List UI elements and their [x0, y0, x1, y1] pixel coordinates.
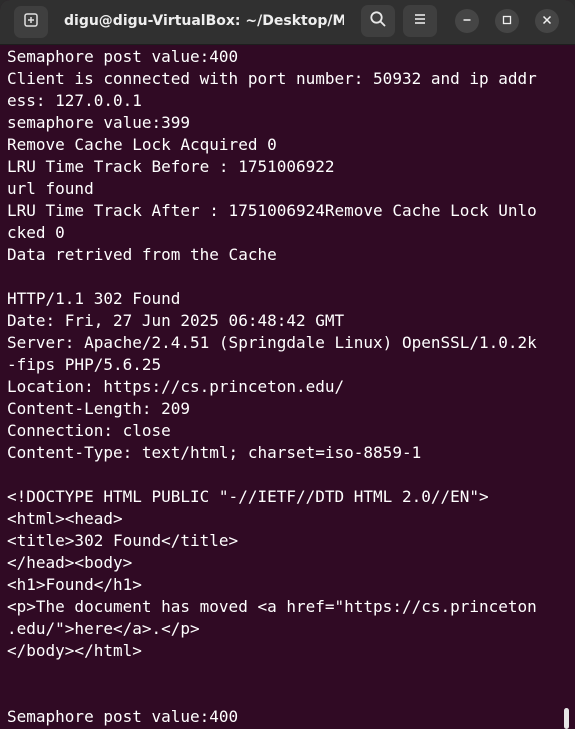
- maximize-button[interactable]: [495, 9, 519, 33]
- search-icon: [369, 10, 387, 33]
- terminal-line: Semaphore post value:400: [7, 47, 239, 66]
- search-button[interactable]: [361, 5, 395, 37]
- terminal-line: url found: [7, 179, 94, 198]
- close-icon: [542, 12, 552, 30]
- minimize-icon: [462, 12, 472, 30]
- maximize-icon: [502, 12, 512, 30]
- terminal-line: Remove Cache Lock Acquired 0: [7, 135, 277, 154]
- terminal-line: Date: Fri, 27 Jun 2025 06:48:42 GMT: [7, 311, 345, 330]
- terminal-output[interactable]: Semaphore post value:400 Client is connec…: [0, 45, 575, 729]
- terminal-line: LRU Time Track Before : 1751006922: [7, 157, 335, 176]
- terminal-line: Client is connected with port number: 50…: [7, 69, 537, 88]
- terminal-line: LRU Time Track After : 1751006924Remove …: [7, 201, 537, 220]
- terminal-line: <p>The document has moved <a href="https…: [7, 597, 537, 616]
- terminal-line: -fips PHP/5.6.25: [7, 355, 162, 374]
- terminal-line: <title>302 Found</title>: [7, 531, 239, 550]
- close-button[interactable]: [535, 9, 559, 33]
- terminal-line: ess: 127.0.0.1: [7, 91, 142, 110]
- terminal-line: .edu/">here</a>.</p>: [7, 619, 200, 638]
- terminal-line: HTTP/1.1 302 Found: [7, 289, 181, 308]
- terminal-line: cked 0: [7, 223, 65, 242]
- terminal-line: <html><head>: [7, 509, 123, 528]
- terminal-line: Content-Length: 209: [7, 399, 191, 418]
- terminal-line: Location: https://cs.princeton.edu/: [7, 377, 345, 396]
- new-tab-icon: [23, 12, 39, 33]
- new-tab-button[interactable]: [14, 6, 48, 38]
- terminal-line: Semaphore post value:400: [7, 707, 239, 726]
- minimize-button[interactable]: [455, 9, 479, 33]
- terminal-window: digu@digu-VirtualBox: ~/Desktop/M... Sem…: [0, 0, 575, 729]
- terminal-line: Connection: close: [7, 421, 171, 440]
- scrollbar[interactable]: [564, 708, 569, 729]
- terminal-line: </body></html>: [7, 641, 142, 660]
- terminal-line: </head><body>: [7, 553, 133, 572]
- terminal-line: <h1>Found</h1>: [7, 575, 142, 594]
- terminal-line: <!DOCTYPE HTML PUBLIC "-//IETF//DTD HTML…: [7, 487, 489, 506]
- terminal-line: Server: Apache/2.4.51 (Springdale Linux)…: [7, 333, 537, 352]
- terminal-line: Data retrived from the Cache: [7, 245, 277, 264]
- menu-button[interactable]: [403, 5, 437, 37]
- hamburger-menu-icon: [412, 11, 428, 32]
- terminal-line: Content-Type: text/html; charset=iso-885…: [7, 443, 422, 462]
- title-bar[interactable]: digu@digu-VirtualBox: ~/Desktop/M...: [0, 0, 575, 45]
- window-title: digu@digu-VirtualBox: ~/Desktop/M...: [64, 13, 344, 29]
- terminal-line: semaphore value:399: [7, 113, 191, 132]
